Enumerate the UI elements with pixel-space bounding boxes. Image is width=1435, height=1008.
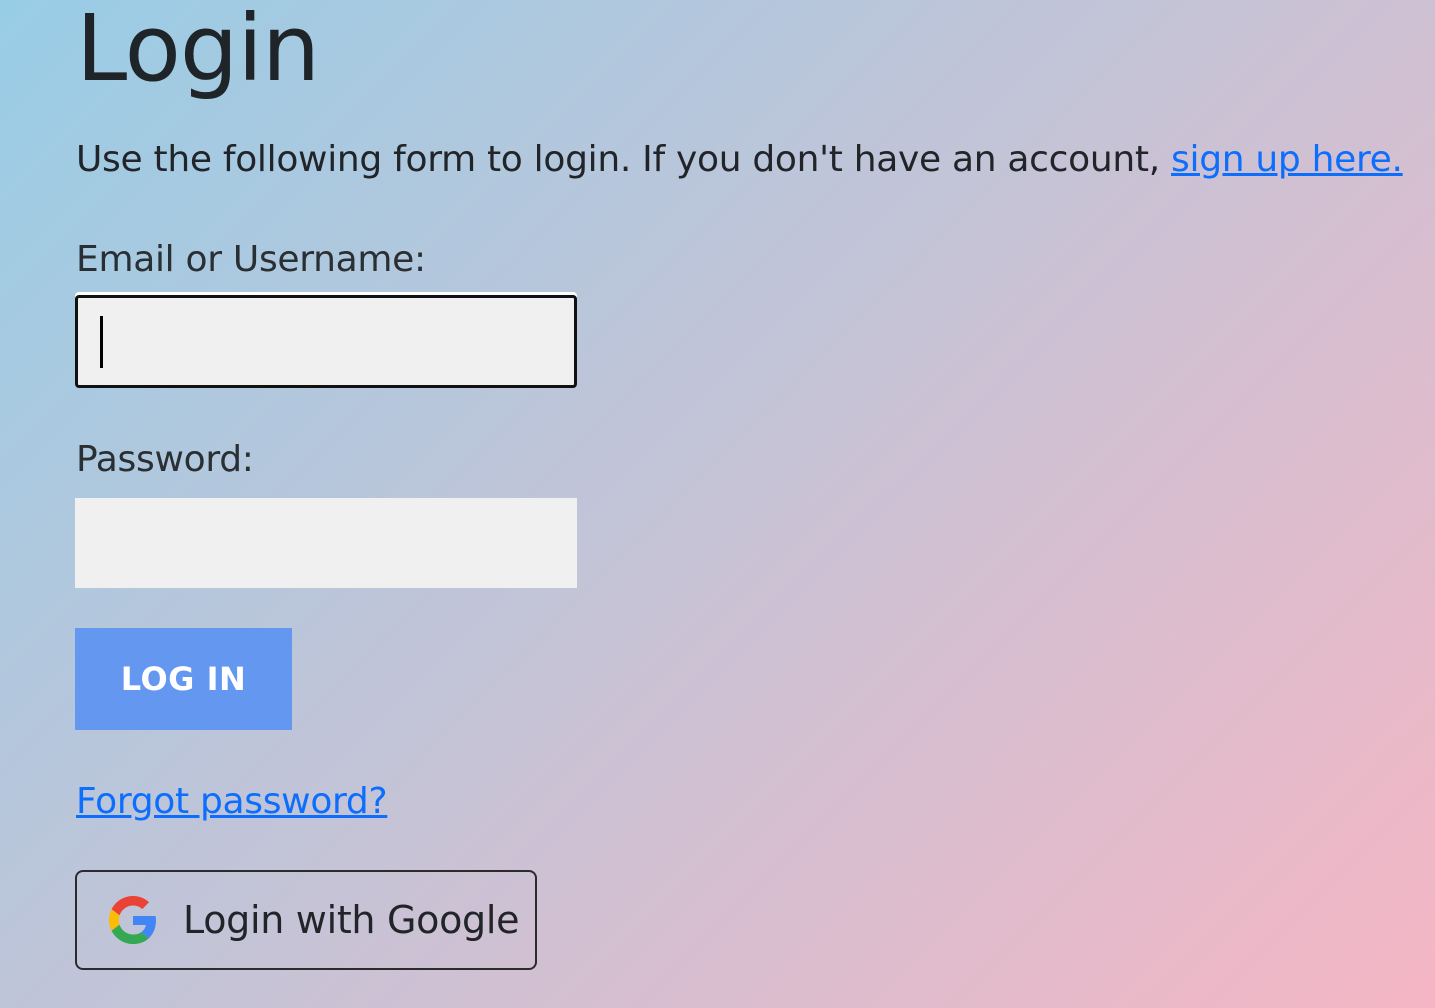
intro-text-body: Use the following form to login. If you … bbox=[76, 139, 1172, 180]
page-title: Login bbox=[76, 0, 320, 102]
password-input[interactable] bbox=[75, 498, 577, 588]
forgot-password-link[interactable]: Forgot password? bbox=[76, 780, 388, 823]
email-label: Email or Username: bbox=[76, 239, 426, 280]
text-caret bbox=[100, 316, 103, 368]
email-input[interactable] bbox=[75, 295, 577, 388]
google-button-label: Login with Google bbox=[183, 898, 520, 942]
password-label: Password: bbox=[76, 439, 254, 480]
signup-link[interactable]: sign up here. bbox=[1171, 139, 1403, 180]
login-button[interactable]: LOG IN bbox=[75, 628, 292, 730]
intro-text: Use the following form to login. If you … bbox=[76, 138, 1403, 181]
google-icon bbox=[109, 896, 157, 944]
google-login-button[interactable]: Login with Google bbox=[75, 870, 537, 970]
